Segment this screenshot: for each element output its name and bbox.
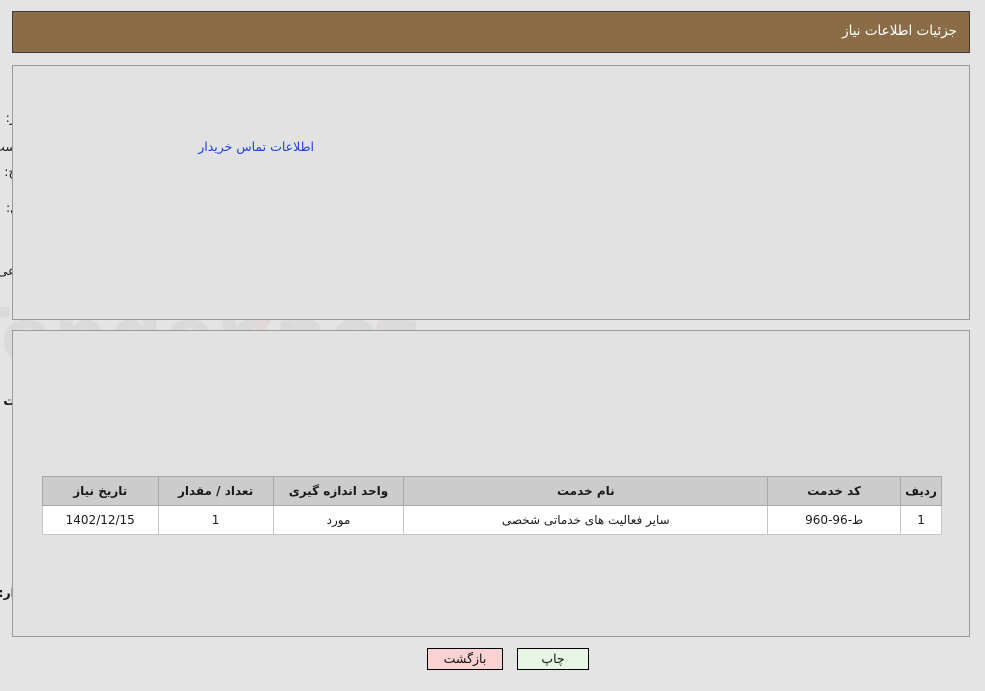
th-service-code: کد خدمت	[768, 476, 903, 506]
cell-service-code: ط-96-960	[768, 505, 903, 535]
cell-unit: مورد	[273, 505, 406, 535]
cell-quantity: 1	[158, 505, 275, 535]
table-row: 1 ط-96-960 سایر فعالیت های خدماتی شخصی م…	[43, 505, 943, 535]
th-need-date: تاریخ نیاز	[43, 476, 160, 506]
th-unit: واحد اندازه گیری	[273, 476, 406, 506]
th-service-name: نام خدمت	[404, 476, 770, 506]
services-table: ردیف کد خدمت نام خدمت واحد اندازه گیری ت…	[43, 476, 943, 535]
back-button[interactable]: بازگشت	[428, 648, 504, 670]
table-header-row: ردیف کد خدمت نام خدمت واحد اندازه گیری ت…	[43, 476, 943, 506]
th-row-no: ردیف	[901, 476, 943, 506]
th-quantity: تعداد / مقدار	[158, 476, 275, 506]
buyer-contact-info-link[interactable]: اطلاعات تماس خریدار	[199, 139, 315, 154]
print-button[interactable]: چاپ	[518, 648, 590, 670]
cell-row-no: 1	[901, 505, 943, 535]
page-header-bar: جزئیات اطلاعات نیاز	[13, 11, 971, 53]
cell-need-date: 1402/12/15	[43, 505, 160, 535]
need-info-panel	[13, 65, 971, 320]
cell-service-name: سایر فعالیت های خدماتی شخصی	[404, 505, 770, 535]
page-title: جزئیات اطلاعات نیاز	[843, 23, 958, 39]
